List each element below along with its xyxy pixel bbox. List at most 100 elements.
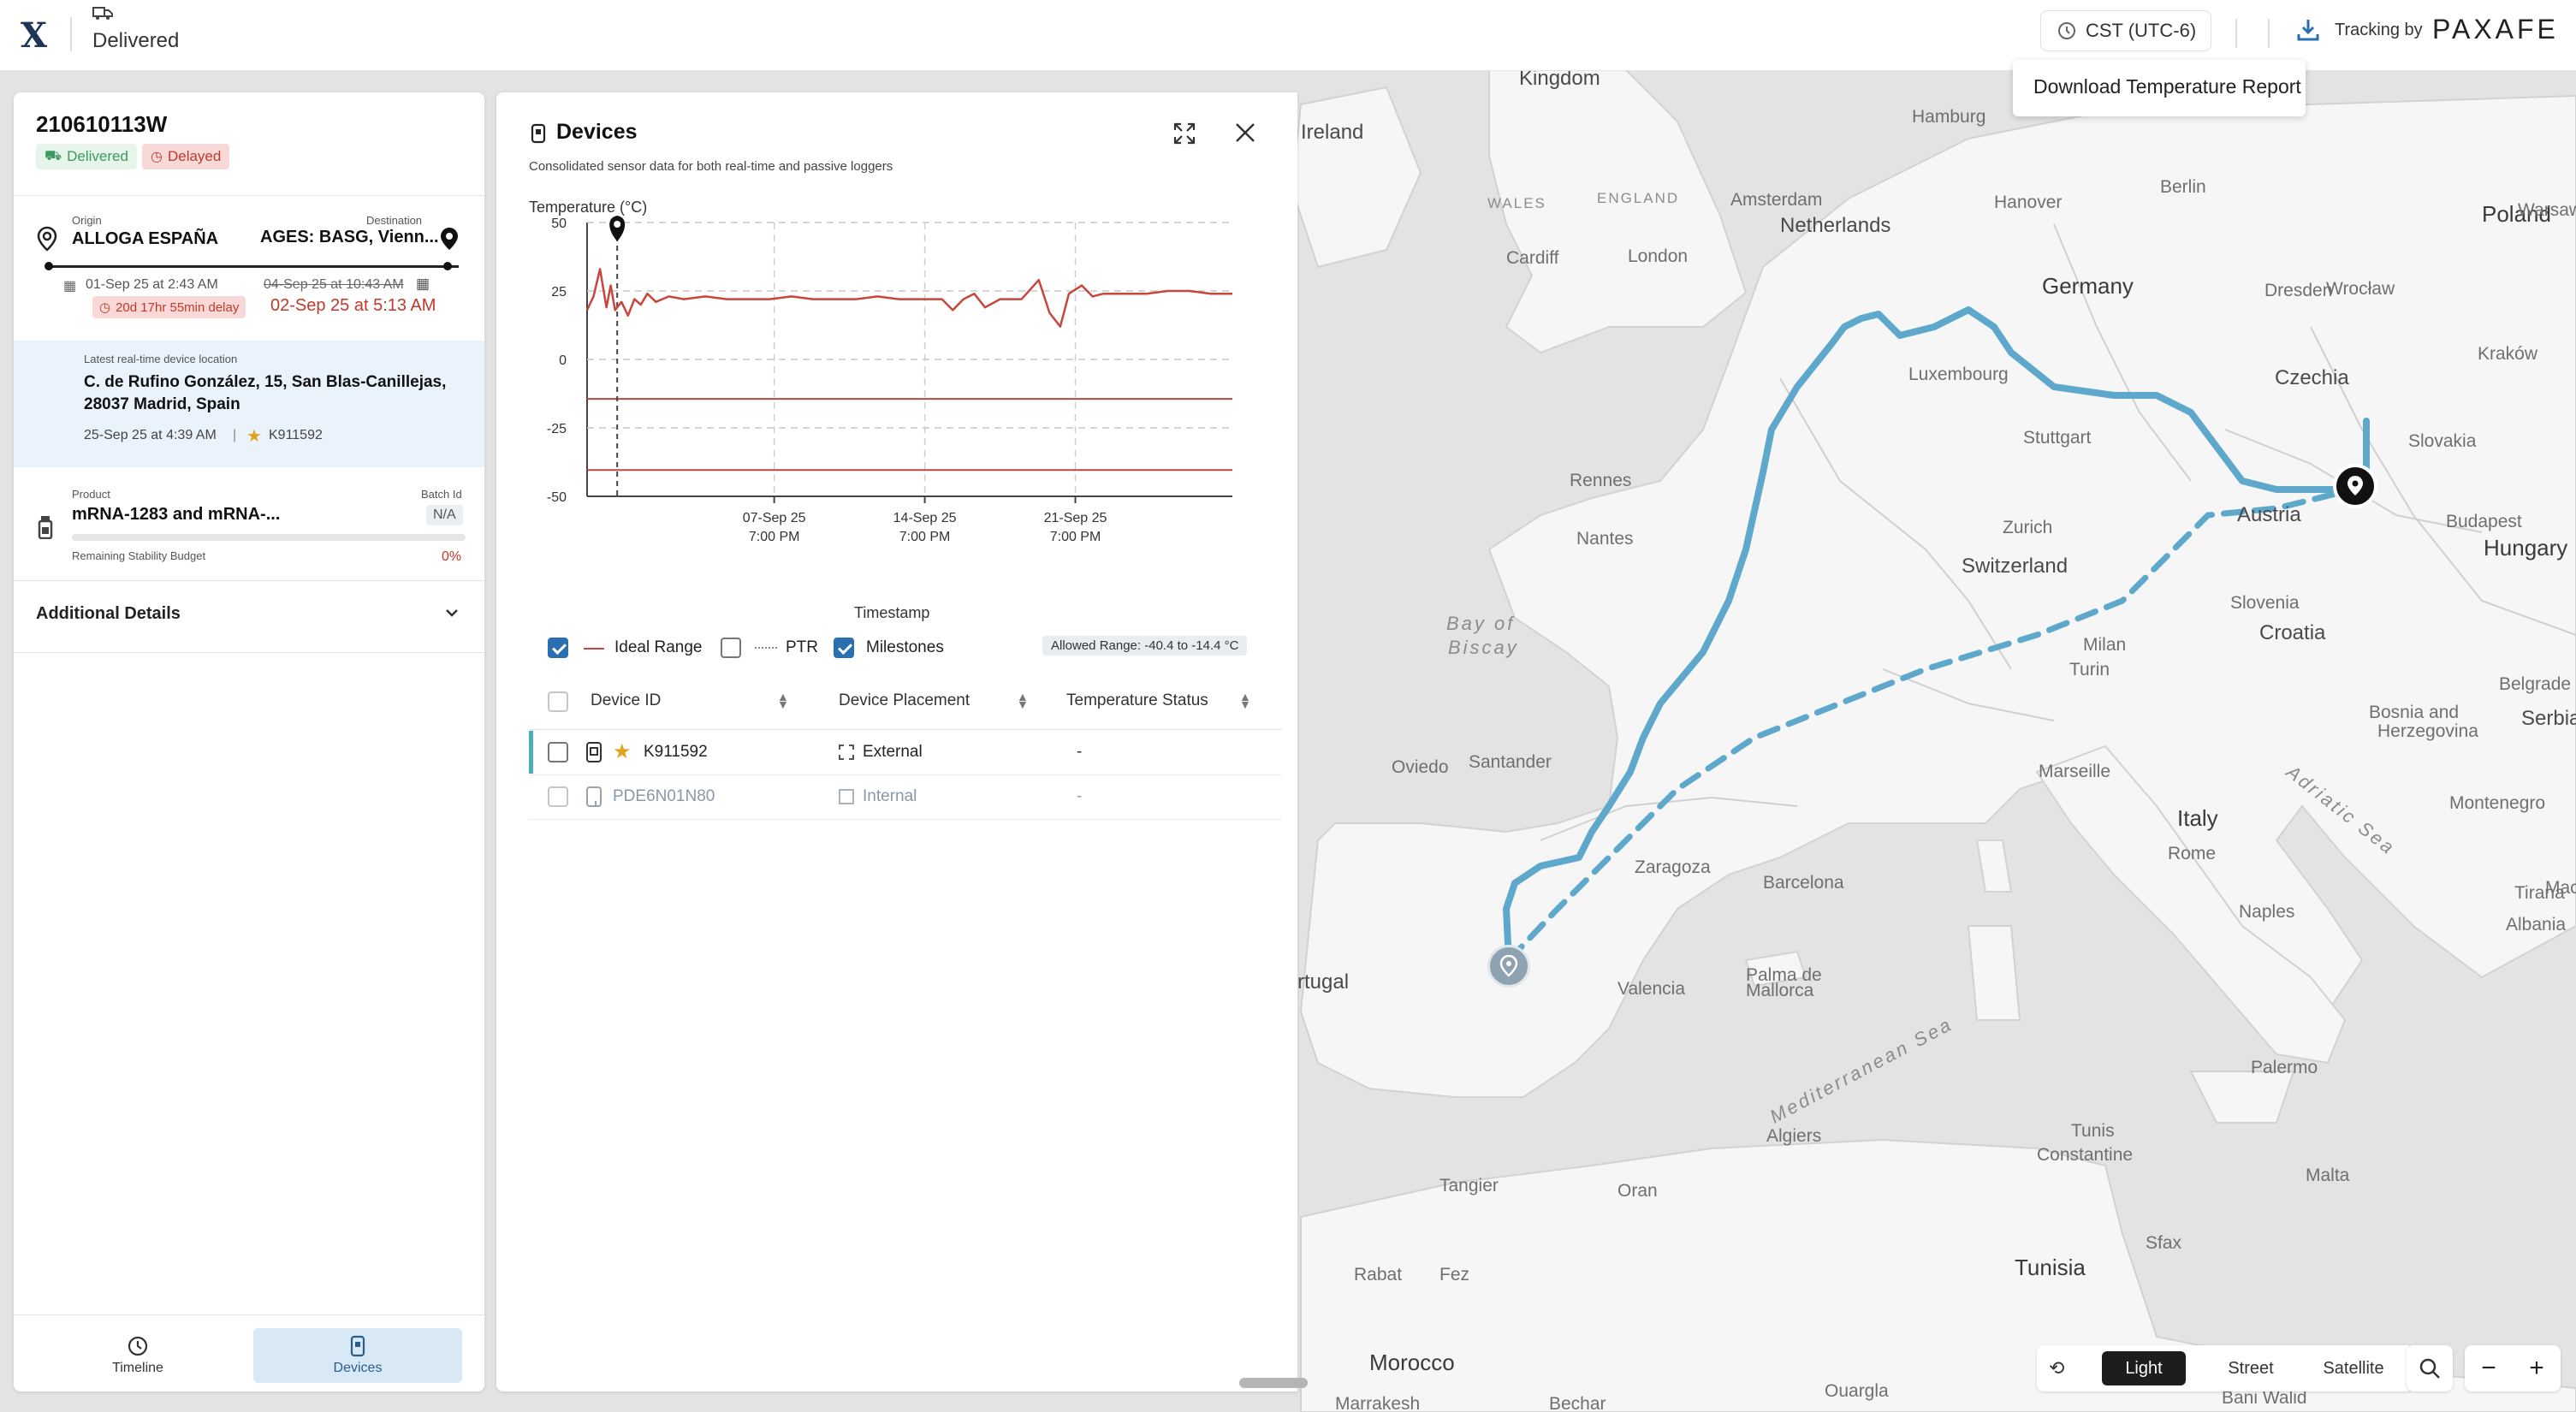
row-checkbox[interactable] bbox=[548, 786, 568, 807]
map-place-label: Belgrade bbox=[2499, 674, 2572, 694]
header-divider bbox=[2235, 19, 2237, 48]
map-place-label: Hanover bbox=[1994, 193, 2063, 212]
download-dropdown: Download Temperature Report bbox=[2013, 60, 2306, 116]
stability-budget-value: 0% bbox=[442, 549, 462, 564]
divider bbox=[529, 819, 1282, 820]
satellite-style-button[interactable]: Satellite bbox=[2302, 1351, 2405, 1385]
device-id: PDE6N01N80 bbox=[613, 787, 715, 805]
device-icon bbox=[531, 123, 546, 148]
chevron-down-icon bbox=[443, 604, 460, 626]
map-place-label: Algiers bbox=[1766, 1126, 1822, 1146]
tab-timeline[interactable]: Timeline bbox=[43, 1328, 233, 1383]
map-place-label: Marseille bbox=[2039, 762, 2111, 781]
origin-map-pin[interactable] bbox=[1487, 945, 1530, 988]
ptr-checkbox[interactable] bbox=[721, 638, 741, 658]
table-row[interactable]: PDE6N01N80 Internal - bbox=[529, 775, 1282, 818]
app-logo[interactable]: X bbox=[21, 15, 47, 56]
x-tick-label: 7:00 PM bbox=[749, 530, 800, 544]
map-place-label: Netherlands bbox=[1780, 214, 1891, 237]
delay-badge: ◷ 20d 17hr 55min delay bbox=[92, 296, 246, 318]
sort-icon[interactable]: ▲ ▼ bbox=[1017, 691, 1029, 710]
street-style-button[interactable]: Street bbox=[2208, 1351, 2294, 1385]
sort-icon[interactable]: ▲ ▼ bbox=[1239, 691, 1251, 710]
latest-location-card[interactable]: Latest real-time device location C. de R… bbox=[14, 341, 484, 467]
download-report-button[interactable] bbox=[2295, 17, 2321, 43]
map-place-label: Mace bbox=[2545, 878, 2576, 898]
download-temperature-report-item[interactable]: Download Temperature Report bbox=[2033, 75, 2301, 98]
tab-devices[interactable]: Devices bbox=[253, 1328, 462, 1383]
origin-label: Origin bbox=[72, 214, 102, 227]
device-icon bbox=[585, 786, 602, 812]
table-row[interactable]: ★ K911592 External - bbox=[529, 731, 1282, 774]
clock-icon: ◷ bbox=[99, 300, 111, 315]
batch-label: Batch Id bbox=[421, 488, 462, 501]
device-placement-header[interactable]: Device Placement bbox=[839, 691, 970, 710]
map-place-label: Budapest bbox=[2446, 512, 2522, 531]
compass-icon[interactable]: ⟲ bbox=[2049, 1357, 2064, 1379]
timezone-label: CST (UTC-6) bbox=[2086, 20, 2197, 41]
map-place-label: Berlin bbox=[2160, 177, 2206, 197]
clock-icon bbox=[128, 1336, 148, 1356]
map-place-label: London bbox=[1628, 246, 1689, 266]
map-place-label: Rome bbox=[2168, 844, 2217, 863]
milestones-checkbox[interactable] bbox=[834, 638, 854, 658]
map-place-label: ENGLAND bbox=[1597, 190, 1680, 206]
map-place-label: Morocco bbox=[1369, 1350, 1455, 1375]
map-place-label: Germany bbox=[2042, 273, 2134, 299]
map-place-label: Montenegro bbox=[2449, 793, 2546, 813]
zoom-in-button[interactable]: + bbox=[2513, 1345, 2561, 1391]
map-place-label: Milan bbox=[2083, 635, 2127, 655]
map-place-label: Mallorca bbox=[1746, 981, 1814, 1000]
delay-text: 20d 17hr 55min delay bbox=[116, 300, 240, 315]
milestone-pin-icon bbox=[609, 216, 626, 241]
devices-title: Devices bbox=[556, 120, 638, 144]
zoom-out-button[interactable]: − bbox=[2465, 1345, 2513, 1391]
map-place-label: Slovenia bbox=[2230, 593, 2300, 613]
separator: | bbox=[233, 428, 237, 442]
horizontal-scrollbar[interactable] bbox=[1239, 1378, 1308, 1388]
map-place-label: Croatia bbox=[2259, 621, 2326, 644]
row-selected-indicator bbox=[529, 731, 533, 774]
sort-icon[interactable]: ▲ ▼ bbox=[777, 691, 789, 710]
map-place-label: Stuttgart bbox=[2023, 428, 2092, 448]
product-name: mRNA-1283 and mRNA-... bbox=[72, 505, 281, 524]
destination-name: AGES: BASG, Vienn... bbox=[260, 228, 439, 246]
stability-budget-label: Remaining Stability Budget bbox=[72, 549, 206, 562]
timezone-button[interactable]: CST (UTC-6) bbox=[2040, 10, 2211, 51]
map-place-label: Zurich bbox=[2003, 518, 2053, 537]
temperature-status-header[interactable]: Temperature Status bbox=[1066, 691, 1208, 710]
device-placement: External bbox=[863, 743, 923, 761]
ideal-range-checkbox[interactable] bbox=[548, 638, 568, 658]
latest-location-address: C. de Rufino González, 15, San Blas-Cani… bbox=[84, 373, 447, 413]
destination-map-pin[interactable] bbox=[2333, 464, 2377, 508]
map-style-switcher: ⟲ Light Street Satellite bbox=[2037, 1345, 2413, 1391]
map-place-label: Fez bbox=[1439, 1265, 1470, 1284]
expand-button[interactable] bbox=[1172, 122, 1198, 147]
select-all-checkbox[interactable] bbox=[548, 691, 568, 712]
map-place-label: Barcelona bbox=[1763, 873, 1844, 893]
map-search-button[interactable] bbox=[2407, 1345, 2453, 1391]
delayed-badge-label: Delayed bbox=[167, 148, 222, 164]
light-style-button[interactable]: Light bbox=[2102, 1351, 2186, 1385]
map-place-label: Tunis bbox=[2071, 1121, 2115, 1141]
temperature-chart[interactable]: 50 25 0 -25 -50 07-Sep 25 7:00 PM 14-Sep 25 7:00… bbox=[496, 212, 1249, 572]
zoom-controls: − + bbox=[2465, 1345, 2561, 1391]
map-place-label: Hungary bbox=[2484, 535, 2568, 561]
origin-pin-icon bbox=[36, 226, 58, 256]
device-id-header[interactable]: Device ID bbox=[591, 691, 661, 710]
x-tick-label: 7:00 PM bbox=[1050, 530, 1101, 544]
map-place-label: WALES bbox=[1487, 195, 1546, 211]
additional-details-toggle[interactable]: Additional Details bbox=[14, 592, 484, 640]
divider bbox=[14, 652, 484, 653]
route-end-dot bbox=[443, 262, 452, 270]
map-place-label: Bay of bbox=[1446, 613, 1516, 634]
devices-panel: Devices Consolidated sensor data for bot… bbox=[496, 92, 1297, 1391]
ideal-range-label: Ideal Range bbox=[614, 638, 703, 656]
map-place-label: Nantes bbox=[1576, 529, 1634, 549]
map-place-label: Bechar bbox=[1549, 1394, 1606, 1412]
close-button[interactable] bbox=[1234, 122, 1260, 147]
x-tick-label: 07-Sep 25 bbox=[743, 511, 806, 525]
map-place-label: Ireland bbox=[1301, 121, 1364, 144]
row-checkbox[interactable] bbox=[548, 742, 568, 762]
placement-icon bbox=[839, 745, 854, 760]
